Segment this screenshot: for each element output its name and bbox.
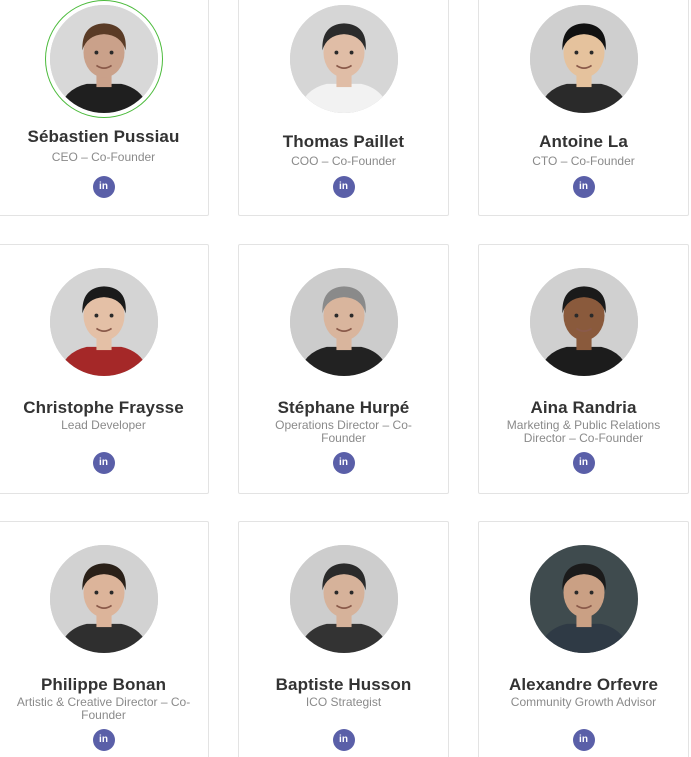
team-grid: Sébastien Pussiau CEO – Co-Founder in Th… [0, 0, 691, 757]
avatar [529, 5, 638, 113]
member-role: Artistic & Creative Director – Co-Founde… [16, 695, 191, 722]
portrait-eye [333, 590, 338, 595]
avatar [49, 545, 158, 653]
member-role: Operations Director – Co-Founder [275, 418, 412, 445]
team-card: Stéphane Hurpé Operations Director – Co-… [238, 244, 449, 494]
member-name: Baptiste Husson [275, 675, 412, 694]
portrait-eye [589, 590, 594, 595]
portrait-eye [589, 313, 594, 318]
member-name: Philippe Bonan [40, 675, 167, 694]
portrait-image [49, 5, 158, 113]
portrait-image [49, 545, 158, 653]
team-card: Sébastien Pussiau CEO – Co-Founder in [0, 0, 209, 216]
portrait-image [529, 268, 638, 376]
portrait-eye [109, 313, 114, 318]
portrait-eye [333, 313, 338, 318]
member-role: Community Growth Advisor [510, 695, 657, 709]
portrait-eye [93, 50, 98, 55]
portrait-eye [349, 50, 354, 55]
avatar [529, 268, 638, 376]
team-card: Aina Randria Marketing & Public Relation… [478, 244, 689, 494]
team-card: Philippe Bonan Artistic & Creative Direc… [0, 521, 209, 757]
portrait-eye [109, 50, 114, 55]
linkedin-icon[interactable]: in [572, 176, 595, 198]
team-card: Christophe Fraysse Lead Developer in [0, 244, 209, 494]
team-card: Thomas Paillet COO – Co-Founder in [238, 0, 449, 216]
portrait-eye [333, 50, 338, 55]
avatar [529, 545, 638, 653]
portrait-image [529, 5, 638, 113]
member-role: ICO Strategist [305, 695, 382, 709]
avatar [49, 268, 158, 376]
avatar [289, 5, 398, 113]
member-role: COO – Co-Founder [291, 154, 396, 168]
member-role: CTO – Co-Founder [532, 154, 635, 168]
linkedin-icon[interactable]: in [92, 729, 115, 751]
member-role: CEO – Co-Founder [51, 150, 156, 164]
portrait-eye [589, 50, 594, 55]
team-card: Baptiste Husson ICO Strategist in [238, 521, 449, 757]
avatar [289, 545, 398, 653]
member-role: Marketing & Public Relations Director – … [506, 418, 661, 445]
member-name: Aina Randria [530, 398, 637, 417]
member-role: Lead Developer [61, 418, 146, 432]
portrait-eye [573, 50, 578, 55]
member-name: Antoine La [539, 132, 628, 151]
linkedin-icon[interactable]: in [332, 452, 355, 474]
portrait-eye [573, 313, 578, 318]
member-name: Christophe Fraysse [23, 398, 184, 417]
member-name: Thomas Paillet [282, 132, 405, 151]
avatar [289, 268, 398, 376]
team-card: Antoine La CTO – Co-Founder in [478, 0, 689, 216]
avatar [49, 5, 158, 113]
portrait-eye [573, 590, 578, 595]
linkedin-icon[interactable]: in [92, 176, 115, 198]
linkedin-icon[interactable]: in [572, 452, 595, 474]
portrait-image [289, 545, 398, 653]
member-name: Stéphane Hurpé [277, 398, 410, 417]
portrait-eye [109, 590, 114, 595]
linkedin-icon[interactable]: in [572, 729, 595, 751]
linkedin-icon[interactable]: in [332, 729, 355, 751]
portrait-eye [349, 590, 354, 595]
portrait-image [289, 268, 398, 376]
linkedin-icon[interactable]: in [92, 452, 115, 474]
team-card: Alexandre Orfevre Community Growth Advis… [478, 521, 689, 757]
portrait-eye [93, 590, 98, 595]
portrait-image [49, 268, 158, 376]
portrait-eye [93, 313, 98, 318]
member-name: Alexandre Orfevre [508, 675, 659, 694]
portrait-image [289, 5, 398, 113]
portrait-image [529, 545, 638, 653]
portrait-eye [349, 313, 354, 318]
member-name: Sébastien Pussiau [27, 127, 180, 146]
linkedin-icon[interactable]: in [332, 176, 355, 198]
